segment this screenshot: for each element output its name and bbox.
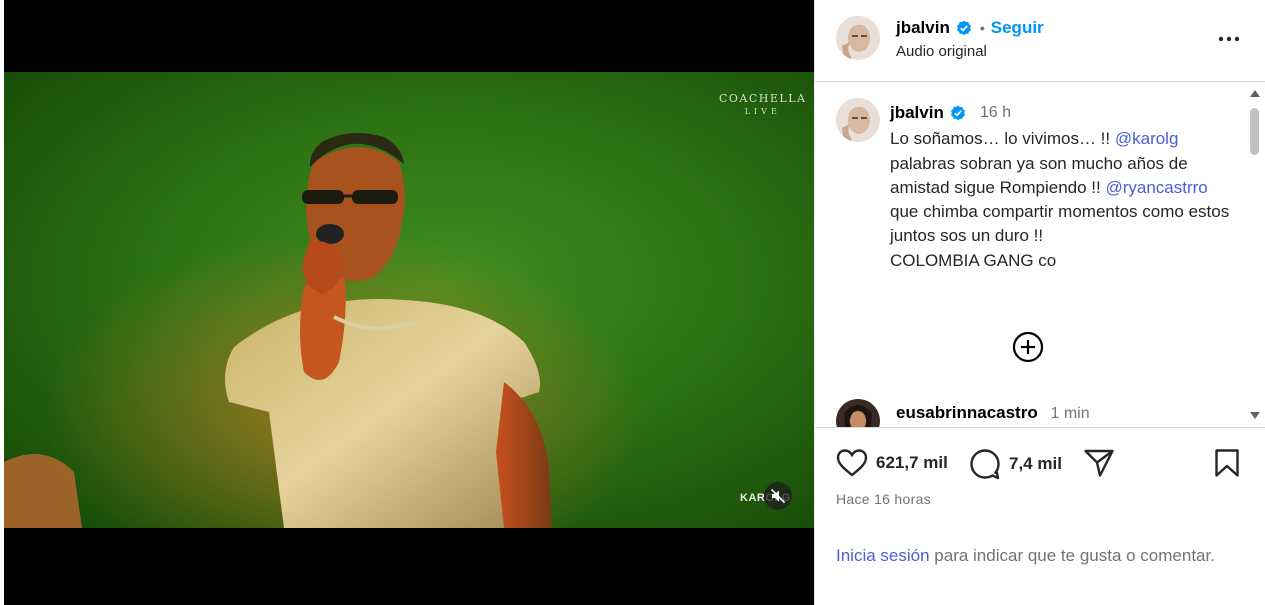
caption-header: jbalvin 16 h: [890, 101, 1235, 125]
more-horizontal-icon[interactable]: [1217, 30, 1241, 48]
caption-body: Lo soñamos… lo vivimos… !! @karolg palab…: [890, 127, 1235, 273]
comments-scrollbar[interactable]: [1246, 86, 1264, 423]
avatar[interactable]: [836, 16, 880, 60]
follow-button[interactable]: Seguir: [991, 18, 1044, 38]
scroll-up-arrow-icon[interactable]: [1249, 88, 1261, 98]
avatar[interactable]: [836, 399, 880, 427]
likes-count[interactable]: 621,7 mil: [876, 453, 948, 473]
caption-text: que chimba compartir momentos como estos…: [890, 202, 1230, 246]
verified-badge-icon: [956, 20, 971, 36]
scrollbar-thumb[interactable]: [1250, 108, 1259, 155]
separator-dot: •: [979, 20, 985, 36]
heart-icon[interactable]: [836, 448, 868, 478]
avatar[interactable]: [836, 98, 880, 142]
comment-time[interactable]: 1 min: [1050, 405, 1089, 422]
header-username[interactable]: jbalvin: [896, 18, 950, 38]
like-action: 621,7 mil: [836, 448, 948, 478]
comment-action: 7,4 mil: [969, 448, 1062, 480]
login-link[interactable]: Inicia sesión: [836, 546, 930, 565]
caption-username[interactable]: jbalvin: [890, 101, 944, 125]
share-paper-plane-icon[interactable]: [1083, 448, 1115, 478]
comments-list[interactable]: jbalvin 16 h Lo soñamos… lo vivimos… !! …: [815, 83, 1245, 427]
post-actions: 621,7 mil 7,4 mil Hace 16 horas Inicia s…: [815, 427, 1265, 605]
post-media: COACHELLA LIVE KAROLG: [4, 0, 814, 605]
header-user-row: jbalvin • Seguir: [896, 18, 1044, 38]
post-header: jbalvin • Seguir Audio original: [815, 0, 1265, 82]
coachella-watermark: COACHELLA LIVE: [719, 92, 806, 118]
login-prompt: Inicia sesión para indicar que te gusta …: [836, 543, 1236, 568]
login-prompt-text: para indicar que te gusta o comentar.: [929, 546, 1215, 565]
comment-row: eusabrinnacastro 1 min: [896, 403, 1090, 423]
scroll-down-arrow-icon[interactable]: [1249, 411, 1261, 421]
mention-link[interactable]: @karolg: [1115, 129, 1179, 148]
mute-button[interactable]: [764, 482, 792, 510]
comment-username[interactable]: eusabrinnacastro: [896, 403, 1038, 422]
save-action: [1214, 448, 1240, 478]
mention-link[interactable]: @ryancastrro: [1105, 178, 1207, 197]
watermark-title: COACHELLA: [719, 92, 807, 105]
verified-badge-icon: [950, 105, 965, 121]
speaker-muted-icon: [770, 488, 786, 504]
post-timestamp[interactable]: Hace 16 horas: [836, 491, 931, 507]
watermark-subtitle: LIVE: [744, 107, 781, 116]
audio-label[interactable]: Audio original: [896, 43, 987, 60]
bookmark-icon[interactable]: [1214, 448, 1240, 478]
video-player[interactable]: COACHELLA LIVE KAROLG: [4, 72, 814, 528]
caption-text: COLOMBIA GANG co: [890, 250, 1057, 270]
caption: jbalvin 16 h Lo soñamos… lo vivimos… !! …: [890, 101, 1235, 273]
share-action: [1083, 448, 1115, 478]
post-details-panel: jbalvin • Seguir Audio original jbalvin …: [814, 0, 1265, 605]
plus-circle-icon[interactable]: [1012, 331, 1044, 363]
caption-time[interactable]: 16 h: [980, 101, 1011, 125]
comments-count[interactable]: 7,4 mil: [1009, 454, 1062, 474]
video-frame: [4, 133, 644, 528]
comment-bubble-icon[interactable]: [969, 448, 1001, 480]
caption-text: Lo soñamos… lo vivimos… !!: [890, 129, 1115, 149]
